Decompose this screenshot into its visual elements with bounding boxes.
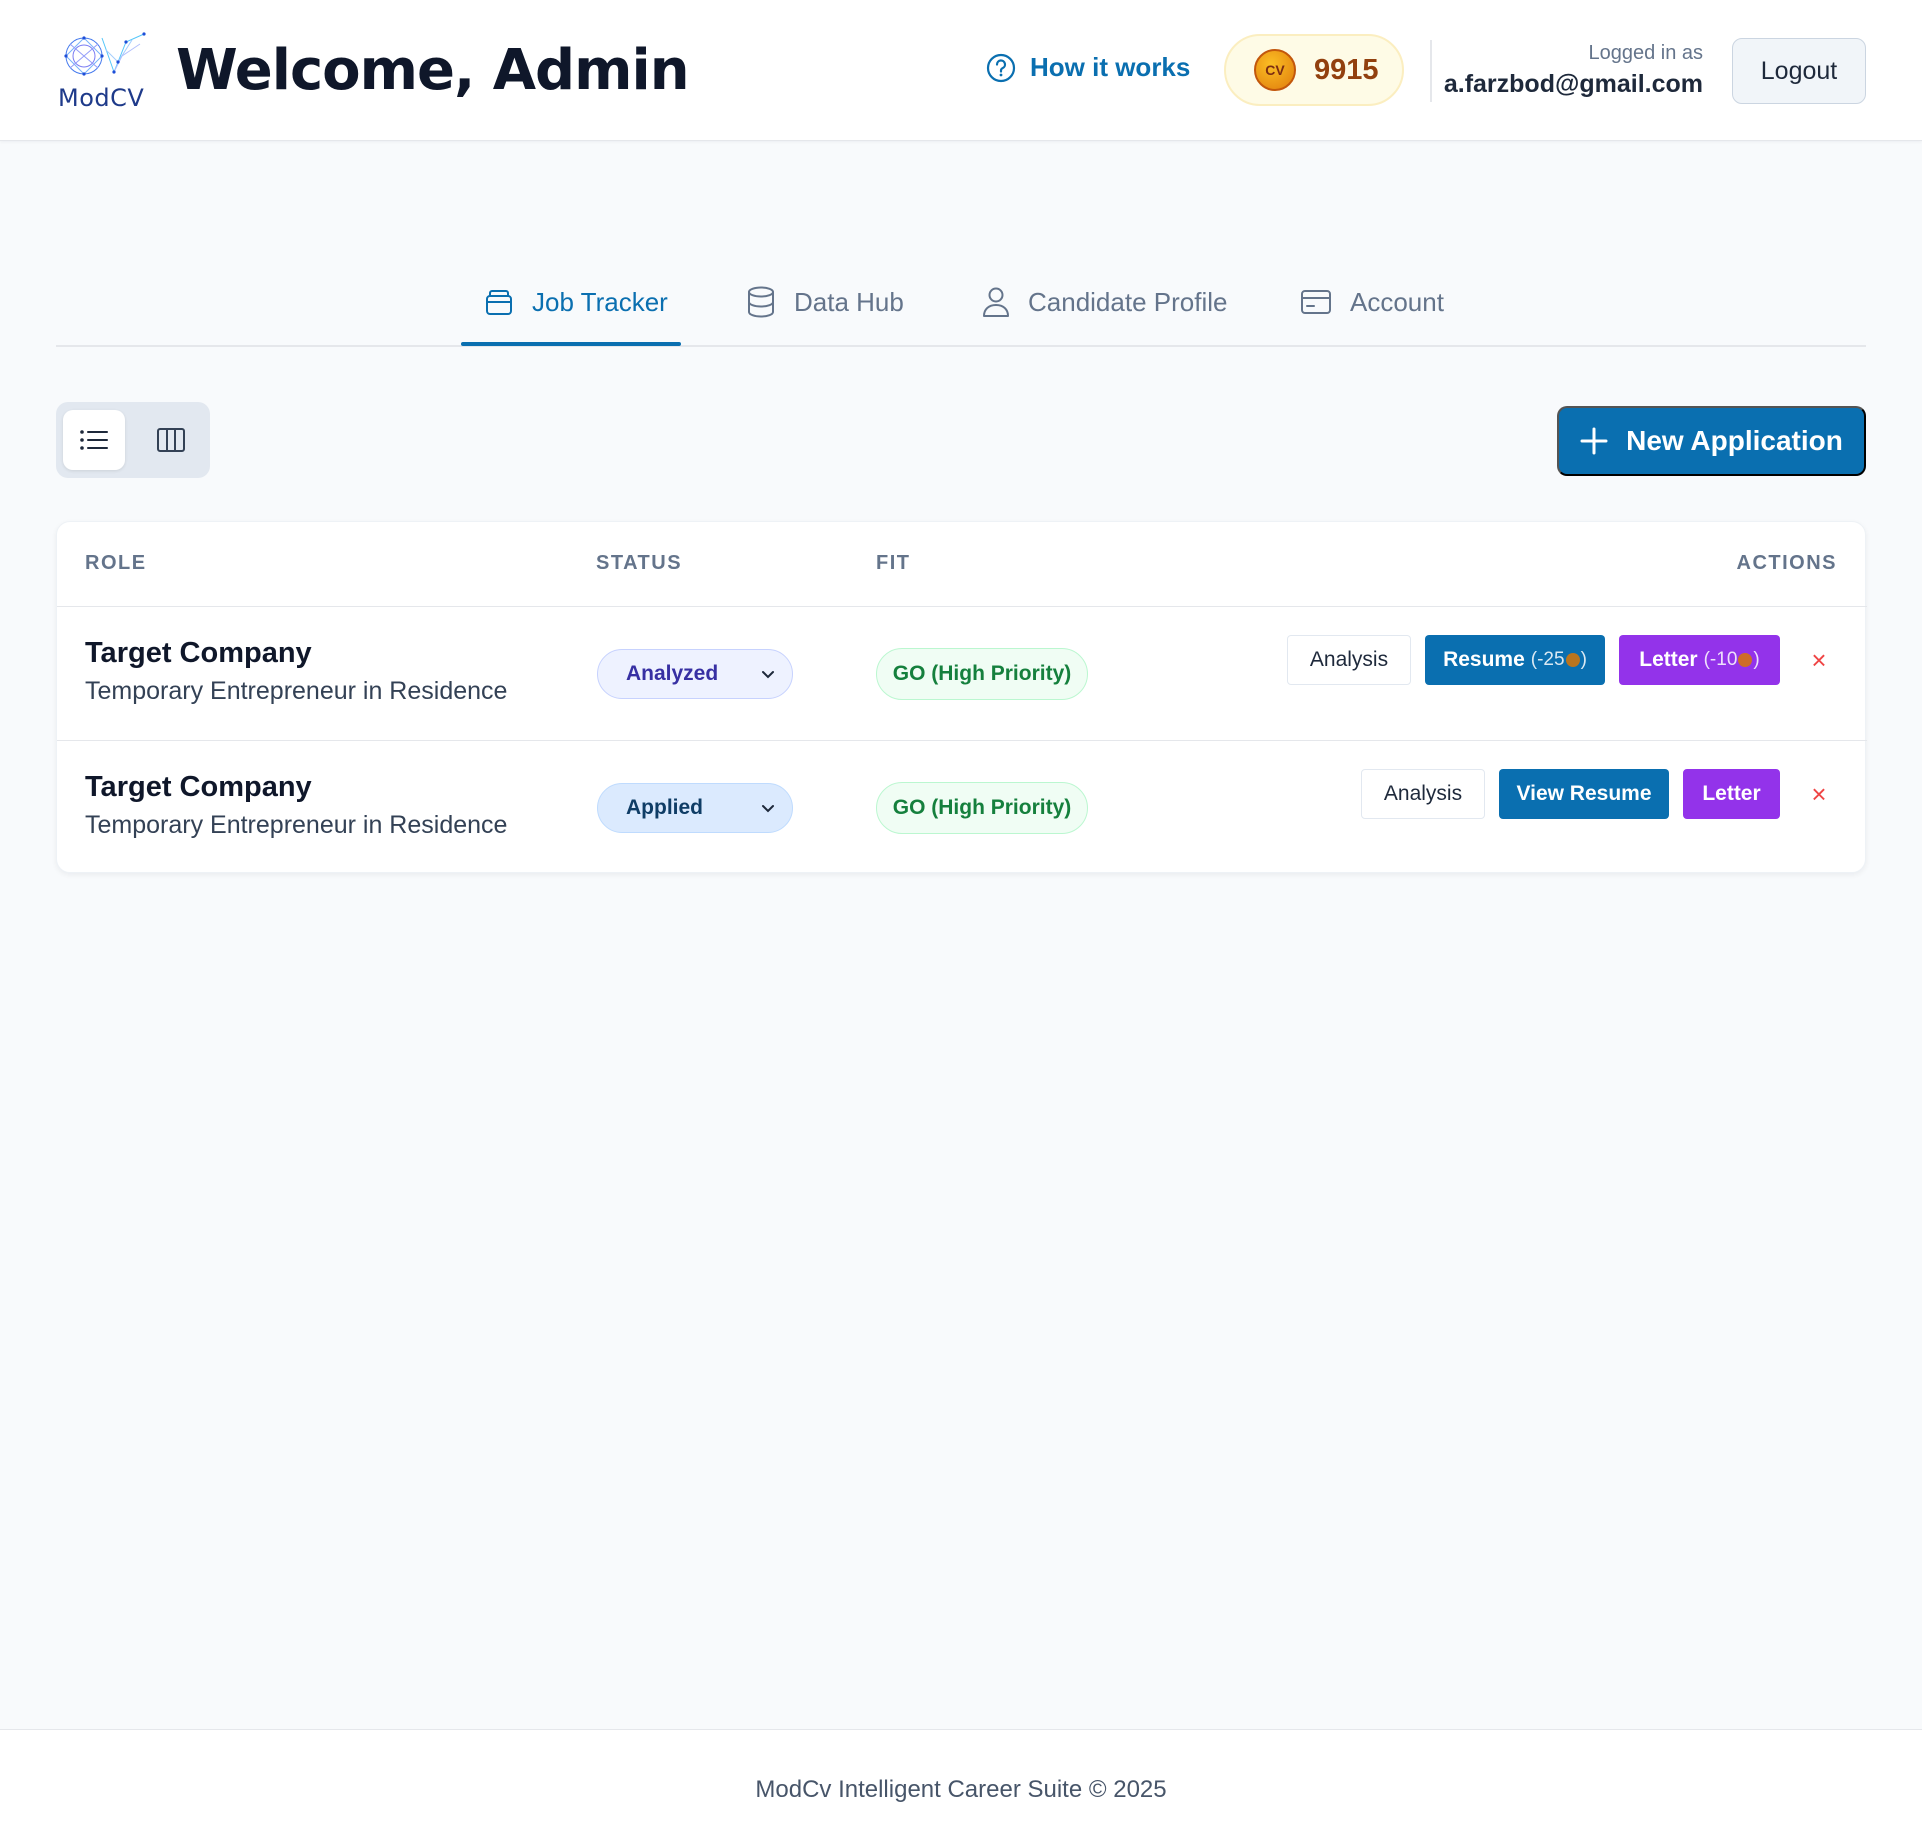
resume-cost: (-25) xyxy=(1530,649,1587,670)
board-view-icon xyxy=(157,428,185,452)
logo-mesh-icon xyxy=(64,32,146,76)
coin-icon xyxy=(1738,653,1753,667)
main-tabs: Job Tracker Data Hub Candidate Profile A… xyxy=(56,255,1866,347)
coin-count: 9915 xyxy=(1314,53,1379,86)
folder-stack-icon xyxy=(486,290,512,315)
table-row: Target Company Temporary Entrepreneur in… xyxy=(57,741,1867,875)
logo-text: ModCV xyxy=(58,84,145,112)
user-icon xyxy=(983,287,1009,317)
company-name: Target Company xyxy=(85,637,312,669)
chevron-down-icon xyxy=(762,805,774,813)
tab-candidate-profile[interactable]: Candidate Profile xyxy=(982,281,1227,323)
delete-button[interactable]: × xyxy=(1802,643,1836,677)
analysis-button[interactable]: Analysis xyxy=(1361,769,1485,819)
role-title: Temporary Entrepreneur in Residence xyxy=(85,677,508,705)
letter-button[interactable]: Letter xyxy=(1683,769,1780,819)
fit-badge: GO (High Priority) xyxy=(876,782,1088,834)
role-title: Temporary Entrepreneur in Residence xyxy=(85,811,508,839)
header-divider xyxy=(1430,40,1432,102)
new-application-label: New Application xyxy=(1626,425,1843,456)
tab-label: Data Hub xyxy=(794,286,904,317)
coin-icon xyxy=(1565,653,1580,667)
coin-icon: CV xyxy=(1254,49,1296,91)
analysis-button[interactable]: Analysis xyxy=(1287,635,1411,685)
tab-data-hub[interactable]: Data Hub xyxy=(746,281,904,323)
company-name: Target Company xyxy=(85,771,312,803)
resume-button[interactable]: Resume (-25) xyxy=(1425,635,1605,685)
chevron-down-icon xyxy=(762,671,774,679)
how-it-works-label: How it works xyxy=(1030,52,1191,82)
modcv-logo[interactable]: ModCV xyxy=(56,32,148,112)
applications-table: ROLE STATUS FIT ACTIONS Target Company T… xyxy=(56,521,1867,875)
logged-in-label: Logged in as xyxy=(1588,42,1703,64)
tab-label: Candidate Profile xyxy=(1028,286,1228,317)
resume-label: Resume xyxy=(1443,648,1525,671)
list-view-button[interactable] xyxy=(63,410,125,470)
new-application-button[interactable]: New Application xyxy=(1557,406,1866,476)
active-tab-indicator xyxy=(461,342,681,346)
tab-account[interactable]: Account xyxy=(1300,281,1444,323)
status-value: Applied xyxy=(626,796,703,819)
column-header-actions: ACTIONS xyxy=(1736,552,1837,574)
credit-card-icon xyxy=(1301,290,1331,314)
delete-button[interactable]: × xyxy=(1802,777,1836,811)
how-it-works-link[interactable]: How it works xyxy=(986,52,1190,83)
fit-badge: GO (High Priority) xyxy=(876,648,1088,700)
column-header-fit: FIT xyxy=(876,552,911,574)
status-select[interactable]: Analyzed xyxy=(597,649,793,699)
tab-label: Account xyxy=(1350,286,1444,317)
tab-label: Job Tracker xyxy=(532,286,668,317)
column-header-role: ROLE xyxy=(85,552,147,574)
column-header-status: STATUS xyxy=(596,552,683,574)
letter-cost: (-10) xyxy=(1703,649,1760,670)
app-header: ModCV Welcome, Admin How it works CV 991… xyxy=(0,0,1922,141)
question-circle-icon xyxy=(986,53,1016,82)
database-icon xyxy=(748,286,774,318)
welcome-title: Welcome, Admin xyxy=(176,38,690,103)
footer-text: ModCv Intelligent Career Suite © 2025 xyxy=(755,1776,1167,1803)
letter-button[interactable]: Letter (-10) xyxy=(1619,635,1780,685)
coin-balance: CV 9915 xyxy=(1224,34,1404,106)
app-footer: ModCv Intelligent Career Suite © 2025 xyxy=(0,1729,1922,1848)
status-value: Analyzed xyxy=(626,662,719,685)
logout-button[interactable]: Logout xyxy=(1732,38,1866,104)
table-row: Target Company Temporary Entrepreneur in… xyxy=(57,607,1867,741)
list-view-icon xyxy=(80,430,108,450)
tab-job-tracker[interactable]: Job Tracker xyxy=(484,281,668,323)
view-toggle xyxy=(56,402,210,478)
letter-label: Letter xyxy=(1639,648,1698,671)
plus-icon xyxy=(1580,427,1608,455)
status-select[interactable]: Applied xyxy=(597,783,793,833)
user-email: a.farzbod@gmail.com xyxy=(1443,70,1703,98)
board-view-button[interactable] xyxy=(140,410,202,470)
view-resume-button[interactable]: View Resume xyxy=(1499,769,1669,819)
